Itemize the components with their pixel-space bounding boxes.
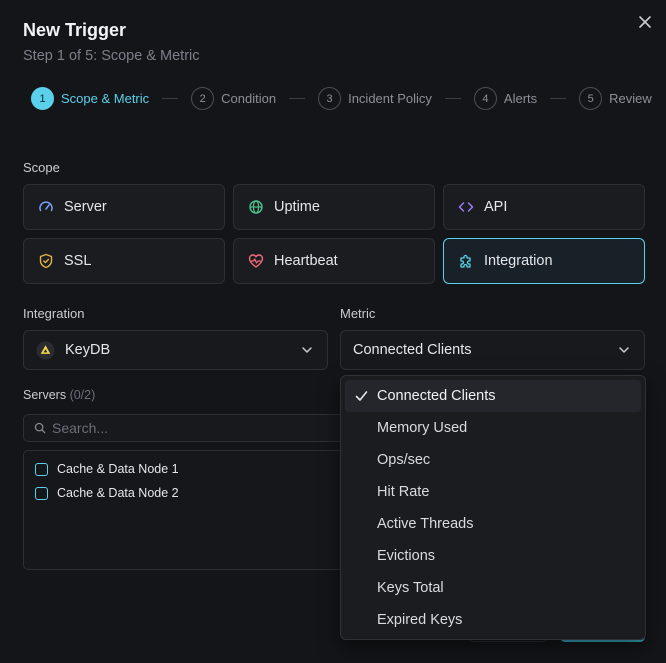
stepper: 1 Scope & Metric 2 Condition 3 Incident …	[31, 87, 652, 110]
step-separator	[162, 98, 179, 99]
metric-option-label: Ops/sec	[377, 452, 431, 468]
metric-option-label: Active Threads	[377, 516, 474, 532]
metric-option-label: Hit Rate	[377, 484, 430, 500]
globe-icon	[249, 200, 263, 214]
step-label: Alerts	[503, 91, 538, 106]
chevron-down-icon	[302, 347, 312, 353]
metric-option-label: Memory Used	[377, 420, 468, 436]
keydb-logo-icon	[36, 340, 55, 360]
integration-label: Integration	[23, 306, 85, 321]
metric-option-memory-used[interactable]: Memory Used	[345, 412, 641, 444]
scope-option-label: Integration	[484, 253, 553, 269]
servers-count: (0/2)	[69, 388, 96, 402]
new-trigger-modal: New Trigger Step 1 of 5: Scope & Metric …	[0, 0, 666, 663]
step-number: 1	[31, 87, 54, 110]
servers-label: Servers (0/2)	[23, 388, 95, 402]
step-label: Review	[609, 91, 652, 106]
metric-value: Connected Clients	[353, 342, 472, 358]
puzzle-icon	[460, 254, 471, 268]
metric-option-label: Evictions	[377, 548, 436, 564]
step-number: 5	[579, 87, 603, 110]
metric-option-label: Connected Clients	[377, 388, 496, 404]
servers-label-text: Servers	[23, 388, 67, 402]
scope-option-label: API	[484, 199, 508, 215]
search-input[interactable]	[52, 420, 332, 436]
step-separator	[289, 98, 306, 99]
shield-icon	[39, 253, 53, 269]
scope-option-api[interactable]: API	[443, 184, 645, 230]
scope-option-integration[interactable]: Integration	[443, 238, 645, 284]
step-separator	[550, 98, 567, 99]
step-label: Condition	[221, 91, 277, 106]
server-checkbox[interactable]	[35, 462, 48, 476]
check-icon	[355, 391, 368, 401]
heart-pulse-icon	[248, 254, 264, 268]
scope-option-label: Server	[64, 199, 107, 215]
step-number: 3	[318, 87, 342, 110]
server-checkbox[interactable]	[35, 486, 48, 500]
metric-option-evictions[interactable]: Evictions	[345, 540, 641, 572]
scope-option-label: SSL	[64, 253, 92, 269]
integration-value: KeyDB	[65, 342, 111, 358]
scope-option-server[interactable]: Server	[23, 184, 225, 230]
step-condition[interactable]: 2 Condition	[191, 87, 276, 110]
integration-select[interactable]: KeyDB	[23, 330, 328, 370]
gauge-icon	[39, 201, 53, 212]
step-number: 2	[191, 87, 215, 110]
metric-dropdown: Connected Clients Memory Used Ops/sec Hi…	[340, 375, 646, 640]
server-item[interactable]: Cache & Data Node 1	[24, 457, 342, 481]
server-list: Cache & Data Node 1 Cache & Data Node 2	[23, 450, 343, 570]
step-label: Scope & Metric	[61, 91, 150, 106]
metric-label: Metric	[340, 306, 376, 321]
step-separator	[444, 98, 461, 99]
step-incident-policy[interactable]: 3 Incident Policy	[318, 87, 432, 110]
scope-option-uptime[interactable]: Uptime	[233, 184, 435, 230]
server-name: Cache & Data Node 1	[57, 462, 179, 476]
scope-option-label: Uptime	[274, 199, 320, 215]
step-scope-metric[interactable]: 1 Scope & Metric	[31, 87, 149, 110]
modal-subtitle: Step 1 of 5: Scope & Metric	[23, 48, 200, 64]
server-name: Cache & Data Node 2	[57, 486, 179, 500]
chevron-down-icon	[619, 347, 629, 353]
step-alerts[interactable]: 4 Alerts	[473, 87, 538, 110]
close-icon[interactable]	[637, 14, 653, 30]
metric-option-active-threads[interactable]: Active Threads	[345, 508, 641, 540]
metric-option-keys-total[interactable]: Keys Total	[345, 572, 641, 604]
scope-option-ssl[interactable]: SSL	[23, 238, 225, 284]
metric-option-expired-keys[interactable]: Expired Keys	[345, 604, 641, 636]
metric-option-hit-rate[interactable]: Hit Rate	[345, 476, 641, 508]
metric-option-ops-sec[interactable]: Ops/sec	[345, 444, 641, 476]
server-item[interactable]: Cache & Data Node 2	[24, 481, 342, 505]
step-review[interactable]: 5 Review	[579, 87, 652, 110]
search-icon	[34, 422, 46, 434]
step-label: Incident Policy	[348, 91, 432, 106]
step-number: 4	[473, 87, 497, 110]
scope-option-label: Heartbeat	[274, 253, 338, 269]
server-search[interactable]	[23, 414, 343, 442]
scope-option-heartbeat[interactable]: Heartbeat	[233, 238, 435, 284]
scope-label: Scope	[23, 160, 60, 175]
metric-option-label: Expired Keys	[377, 612, 463, 628]
metric-select[interactable]: Connected Clients	[340, 330, 645, 370]
metric-option-label: Keys Total	[377, 580, 444, 596]
code-icon	[458, 202, 474, 212]
metric-option-connected-clients[interactable]: Connected Clients	[345, 380, 641, 412]
modal-title: New Trigger	[23, 20, 127, 40]
